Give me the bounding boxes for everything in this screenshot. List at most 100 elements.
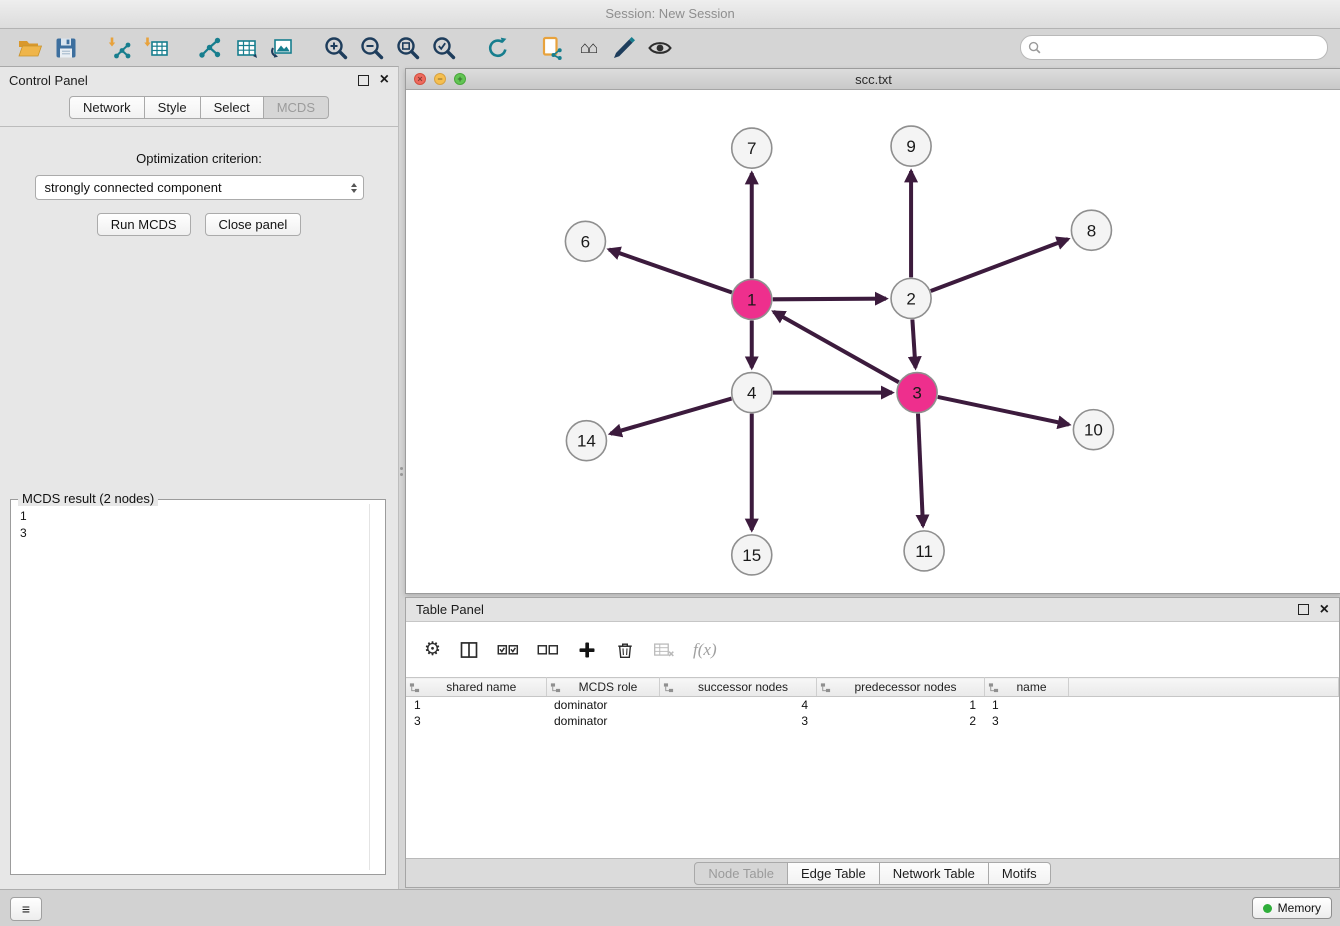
close-window-icon[interactable]: ×	[414, 73, 426, 85]
zoom-fit-button[interactable]	[390, 33, 426, 63]
show-graphics-details-button[interactable]	[642, 33, 678, 63]
node-14[interactable]: 14	[566, 421, 606, 461]
overview-button[interactable]: ⌂⌂	[570, 33, 606, 63]
import-table-file-button[interactable]	[138, 33, 174, 63]
table-toolbar: ⚙	[406, 622, 1339, 677]
table-tab-network-table[interactable]: Network Table	[880, 862, 989, 885]
edge-4-14[interactable]	[610, 399, 731, 434]
close-panel-icon[interactable]: ×	[380, 72, 389, 88]
import-network-file-button[interactable]	[102, 33, 138, 63]
toolbar-search[interactable]	[1020, 35, 1328, 60]
add-icon[interactable]	[577, 640, 597, 660]
table-tab-edge-table[interactable]: Edge Table	[788, 862, 880, 885]
zoom-selected-button[interactable]	[426, 33, 462, 63]
column-header-successor-nodes[interactable]: successor nodes	[659, 678, 816, 697]
table-header-row: shared nameMCDS rolesuccessor nodesprede…	[406, 678, 1339, 697]
main-toolbar: ⌂⌂	[0, 29, 1340, 66]
open-folder-icon	[17, 35, 43, 61]
control-tab-network[interactable]: Network	[69, 96, 145, 119]
table-cell[interactable]: 1	[406, 697, 546, 714]
memory-button[interactable]: Memory	[1252, 897, 1332, 919]
task-history-button[interactable]: ≡	[10, 897, 42, 921]
gear-icon[interactable]: ⚙	[424, 640, 441, 659]
edge-2-8[interactable]	[931, 239, 1068, 291]
delete-icon[interactable]	[615, 640, 635, 660]
node-4[interactable]: 4	[732, 373, 772, 413]
edge-1-2[interactable]	[773, 299, 886, 300]
new-network-button[interactable]	[192, 33, 228, 63]
node-9[interactable]: 9	[891, 126, 931, 166]
select-all-icon[interactable]	[497, 642, 519, 658]
open-session-button[interactable]	[12, 33, 48, 63]
table-cell[interactable]: 3	[406, 713, 546, 729]
new-table-icon	[233, 35, 259, 61]
table-cell[interactable]: 3	[659, 713, 816, 729]
node-6[interactable]: 6	[565, 221, 605, 261]
zoom-out-button[interactable]	[354, 33, 390, 63]
delete-table-icon	[653, 641, 675, 659]
edge-3-11[interactable]	[918, 414, 923, 526]
panel-splitter[interactable]	[399, 462, 404, 480]
table-cell[interactable]: dominator	[546, 697, 659, 714]
minimize-window-icon[interactable]: −	[434, 73, 446, 85]
table-cell[interactable]: 1	[984, 697, 1068, 714]
clone-network-icon	[539, 35, 565, 61]
table-cell[interactable]: dominator	[546, 713, 659, 729]
float-panel-icon[interactable]	[358, 75, 369, 86]
close-table-panel-icon[interactable]: ×	[1320, 602, 1329, 618]
clone-network-button[interactable]	[534, 33, 570, 63]
close-panel-button[interactable]: Close panel	[205, 213, 302, 236]
node-10[interactable]: 10	[1073, 410, 1113, 450]
float-table-panel-icon[interactable]	[1298, 604, 1309, 615]
table-cell[interactable]: 2	[816, 713, 984, 729]
node-1[interactable]: 1	[732, 279, 772, 319]
search-input[interactable]	[1046, 40, 1320, 56]
mcds-result-line: 3	[20, 525, 362, 542]
run-mcds-button[interactable]: Run MCDS	[97, 213, 191, 236]
column-header-shared-name[interactable]: shared name	[406, 678, 546, 697]
home-pair-icon: ⌂⌂	[580, 38, 597, 58]
node-3[interactable]: 3	[897, 373, 937, 413]
table-cell[interactable]: 3	[984, 713, 1068, 729]
edge-2-3[interactable]	[912, 319, 915, 367]
network-window-titlebar[interactable]: × − + scc.txt	[406, 69, 1340, 90]
table-cell[interactable]: 4	[659, 697, 816, 714]
column-header-predecessor-nodes[interactable]: predecessor nodes	[816, 678, 984, 697]
table-row[interactable]: 3dominator323	[406, 713, 1339, 729]
node-7[interactable]: 7	[732, 128, 772, 168]
edge-3-10[interactable]	[938, 397, 1069, 425]
zoom-window-icon[interactable]: +	[454, 73, 466, 85]
column-header-name[interactable]: name	[984, 678, 1068, 697]
column-header-MCDS-role[interactable]: MCDS role	[546, 678, 659, 697]
control-tab-select[interactable]: Select	[201, 96, 264, 119]
node-11[interactable]: 11	[904, 531, 944, 571]
node-15[interactable]: 15	[732, 535, 772, 575]
edge-1-6[interactable]	[609, 250, 732, 293]
status-bar: ≡ Memory	[0, 889, 1340, 926]
node-2[interactable]: 2	[891, 278, 931, 318]
table-tab-node-table[interactable]: Node Table	[694, 862, 788, 885]
node-8[interactable]: 8	[1071, 210, 1111, 250]
optimization-dropdown-value: strongly connected component	[45, 180, 222, 195]
table-tab-motifs[interactable]: Motifs	[989, 862, 1051, 885]
optimization-dropdown[interactable]: strongly connected component	[35, 175, 364, 200]
deselect-all-icon[interactable]	[537, 642, 559, 658]
network-canvas[interactable]: 7 9 6 8 1 2 4 3 14 10 15 11	[406, 90, 1340, 593]
table-row[interactable]: 1dominator411	[406, 697, 1339, 714]
style-wand-button[interactable]	[606, 33, 642, 63]
new-table-button[interactable]	[228, 33, 264, 63]
save-session-button[interactable]	[48, 33, 84, 63]
control-tab-mcds[interactable]: MCDS	[264, 96, 329, 119]
table-panel-header: Table Panel ×	[406, 598, 1339, 622]
node-label: 11	[915, 542, 933, 561]
zoom-in-button[interactable]	[318, 33, 354, 63]
refresh-layout-button[interactable]	[480, 33, 516, 63]
table-cell[interactable]: 1	[816, 697, 984, 714]
mcds-result-line: 1	[20, 508, 362, 525]
control-tab-style[interactable]: Style	[145, 96, 201, 119]
edge-3-1[interactable]	[774, 312, 899, 383]
export-image-button[interactable]	[264, 33, 300, 63]
control-panel-tabs: NetworkStyleSelectMCDS	[0, 93, 398, 127]
show-columns-icon[interactable]	[459, 640, 479, 660]
node-label: 3	[912, 384, 921, 403]
